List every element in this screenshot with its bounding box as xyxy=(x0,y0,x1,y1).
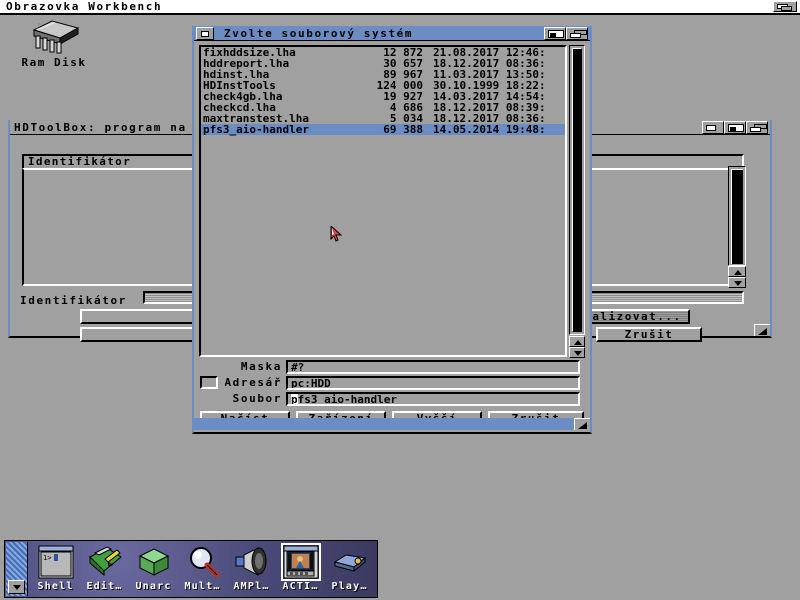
dock-bar[interactable]: 1> Shell Edit… Unarc Mult… xyxy=(4,540,378,598)
dock-item-edit[interactable]: Edit… xyxy=(80,543,129,597)
dock-item-acti[interactable]: ACTI… xyxy=(276,543,325,597)
dock-drag-handle[interactable] xyxy=(6,542,28,596)
dock-item-unarc[interactable]: Unarc xyxy=(129,543,178,597)
magnifier-icon[interactable] xyxy=(185,545,221,579)
desktop-icon-label: Ram Disk xyxy=(8,56,100,69)
front-back-gadget[interactable] xyxy=(566,27,588,40)
file-list-scroll-track[interactable] xyxy=(569,45,585,335)
hdtoolbox-cancel-button[interactable]: Zrušit xyxy=(596,327,702,342)
hdtoolbox-scroll-up-button[interactable] xyxy=(728,266,746,277)
mask-row: Maska #? xyxy=(194,360,590,374)
dock-items: 1> Shell Edit… Unarc Mult… xyxy=(31,543,374,597)
dock-item-play[interactable]: Play… xyxy=(325,543,374,597)
dock-item-ampl[interactable]: AMPl… xyxy=(227,543,276,597)
file-list-scroll-knob[interactable] xyxy=(572,48,582,332)
ram-disk-chip-icon xyxy=(22,20,84,54)
chevron-down-icon xyxy=(734,281,742,286)
file-row-input: Soubor pfs3_aio-handler xyxy=(194,392,590,406)
zoom-icon xyxy=(728,124,744,132)
svg-text:1>: 1> xyxy=(43,554,51,562)
file-requester-window[interactable]: Zvolte souborový systém fixhddsize.lha12… xyxy=(192,26,592,434)
hdtoolbox-scroll-down-button[interactable] xyxy=(728,277,746,288)
iconify-gadget[interactable] xyxy=(702,121,724,134)
zoom-gadget[interactable] xyxy=(724,121,746,134)
desktop-icon-ram-disk[interactable]: Ram Disk xyxy=(8,20,100,72)
chevron-up-icon xyxy=(574,340,582,345)
green-box-icon[interactable] xyxy=(136,545,172,579)
file-input[interactable]: pfs3_aio-handler xyxy=(286,392,580,406)
iconify-icon xyxy=(706,125,721,131)
zoom-icon xyxy=(548,30,564,38)
dock-item-label: Shell xyxy=(37,581,73,593)
chevron-down-icon xyxy=(574,351,582,356)
file-date: 14.05.2014 19:48: xyxy=(433,124,546,135)
chevron-down-icon xyxy=(13,585,21,590)
file-requester-titlebar[interactable]: Zvolte souborový systém xyxy=(194,26,590,41)
workbench-screen: Obrazovka Workbench Ram Disk xyxy=(0,0,800,600)
file-list[interactable]: fixhddsize.lha12 87221.08.2017 12:46:hdd… xyxy=(199,45,567,357)
film-window-icon[interactable] xyxy=(283,545,319,579)
dock-item-label: Mult… xyxy=(184,581,220,593)
directory-label: Adresář xyxy=(222,376,282,390)
file-size: 69 388 xyxy=(349,124,423,135)
directory-row: Adresář pc:HDD xyxy=(194,376,590,390)
speaker-icon[interactable] xyxy=(234,545,270,579)
hdtoolbox-update-button[interactable]: alizovat... xyxy=(584,309,690,324)
hdtoolbox-resize-gadget[interactable] xyxy=(754,324,770,336)
hdtoolbox-scrollbar[interactable] xyxy=(728,166,746,286)
notepad-pencil-icon[interactable] xyxy=(87,545,123,579)
text-cursor: p xyxy=(291,394,298,405)
mask-label: Maska xyxy=(194,360,282,374)
mask-input-value: #? xyxy=(291,362,304,373)
hdtoolbox-title: HDToolBox: program na xyxy=(14,120,187,135)
shell-window-icon[interactable]: 1> xyxy=(38,545,74,579)
file-list-scrollbar[interactable] xyxy=(569,45,585,357)
dock-item-mult[interactable]: Mult… xyxy=(178,543,227,597)
directory-input[interactable]: pc:HDD xyxy=(286,376,580,390)
front-back-icon xyxy=(570,30,587,38)
file-requester-title: Zvolte souborový systém xyxy=(224,26,413,41)
dock-item-shell[interactable]: 1> Shell xyxy=(31,543,80,597)
file-requester-resize-gadget[interactable] xyxy=(574,418,590,430)
directory-checkbox[interactable] xyxy=(200,376,218,389)
file-list-scroll-down-button[interactable] xyxy=(569,347,585,358)
file-input-rest: fs3_aio-handler xyxy=(298,393,397,406)
file-input-value: pfs3_aio-handler xyxy=(291,394,397,405)
dock-collapse-button[interactable] xyxy=(8,580,25,594)
file-requester-bottom-border xyxy=(194,418,590,430)
file-list-row[interactable]: pfs3_aio-handler 69 388 14.05.2014 19:48: xyxy=(201,124,565,135)
dock-item-label: Edit… xyxy=(86,581,122,593)
file-label: Soubor xyxy=(194,392,282,406)
dock-item-label: Play… xyxy=(331,581,367,593)
front-back-gadget[interactable] xyxy=(746,121,768,134)
close-icon xyxy=(201,31,209,37)
dock-item-label: Unarc xyxy=(135,581,171,593)
screen-title: Obrazovka Workbench xyxy=(6,0,162,13)
chevron-up-icon xyxy=(734,270,742,275)
depth-icon xyxy=(777,4,793,11)
file-requester-body: fixhddsize.lha12 87221.08.2017 12:46:hdd… xyxy=(194,42,590,432)
disk-player-icon[interactable] xyxy=(332,545,368,579)
dock-item-label: ACTI… xyxy=(282,581,318,593)
hdtoolbox-identifier-label: Identifikátor xyxy=(20,294,127,307)
front-back-icon xyxy=(750,124,767,132)
screen-titlebar[interactable]: Obrazovka Workbench xyxy=(0,0,800,15)
directory-input-value: pc:HDD xyxy=(291,378,331,389)
dock-item-label: AMPl… xyxy=(233,581,269,593)
mask-input[interactable]: #? xyxy=(286,360,580,374)
file-list-scroll-up-button[interactable] xyxy=(569,336,585,347)
hdtoolbox-list-header-label: Identifikátor xyxy=(28,156,131,167)
hdtoolbox-scroll-knob[interactable] xyxy=(731,169,743,264)
file-name: pfs3_aio-handler xyxy=(203,124,309,135)
zoom-gadget[interactable] xyxy=(544,27,566,40)
screen-depth-gadget[interactable] xyxy=(773,1,797,12)
hdtoolbox-scroll-track[interactable] xyxy=(728,166,746,266)
close-gadget[interactable] xyxy=(196,27,214,40)
